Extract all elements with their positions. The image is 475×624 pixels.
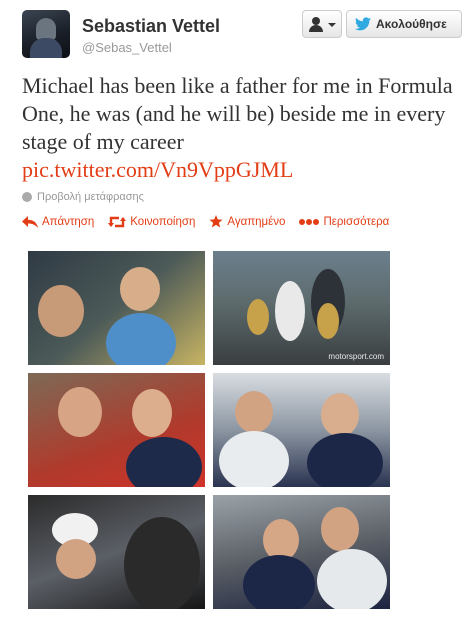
photo-shirt bbox=[243, 555, 315, 609]
photo-shirt bbox=[307, 433, 383, 487]
photo-face bbox=[120, 267, 160, 311]
photo-mercedes-redbull[interactable] bbox=[213, 373, 390, 487]
photo-face bbox=[132, 389, 172, 437]
user-icon bbox=[312, 17, 320, 25]
follow-button[interactable]: Ακολούθησε bbox=[346, 10, 462, 38]
photo-shirt bbox=[317, 549, 387, 609]
photo-shirt bbox=[219, 431, 289, 487]
photo-face bbox=[38, 285, 84, 337]
photo-trophy bbox=[247, 299, 269, 335]
photo-driver bbox=[275, 281, 305, 341]
favorite-action[interactable]: Αγαπημένο bbox=[209, 215, 285, 228]
follow-label: Ακολούθησε bbox=[376, 17, 447, 31]
photo-face bbox=[321, 393, 359, 437]
photo-grid: motorsport.com bbox=[28, 251, 390, 611]
star-icon bbox=[209, 215, 223, 228]
photo-helmet bbox=[124, 517, 200, 609]
more-action[interactable]: Περισσότερα bbox=[299, 216, 389, 228]
user-actions-button[interactable] bbox=[302, 10, 342, 38]
translate-link[interactable]: Προβολή μετάφρασης bbox=[22, 191, 144, 203]
twitter-bird-icon bbox=[355, 17, 371, 31]
photo-shirt bbox=[106, 313, 176, 365]
globe-icon bbox=[22, 192, 32, 202]
photo-face bbox=[235, 391, 273, 433]
translate-label: Προβολή μετάφρασης bbox=[37, 191, 144, 203]
photo-ferrari-redbull[interactable] bbox=[28, 373, 205, 487]
photo-kart-podium[interactable] bbox=[28, 251, 205, 365]
avatar-body bbox=[30, 38, 62, 58]
tweet-header: Sebastian Vettel @Sebas_Vettel Ακολούθησ… bbox=[22, 10, 462, 60]
tweet-body: Michael has been like a father for me in… bbox=[22, 73, 453, 154]
photo-caption: motorsport.com bbox=[328, 352, 384, 361]
favorite-label: Αγαπημένο bbox=[227, 215, 286, 228]
photo-helmets[interactable] bbox=[28, 495, 205, 609]
profile-handle[interactable]: @Sebas_Vettel bbox=[82, 40, 172, 55]
reply-action[interactable]: Απάντηση bbox=[22, 215, 95, 228]
photo-shirt bbox=[126, 437, 202, 487]
photo-face bbox=[321, 507, 359, 551]
photo-face bbox=[56, 539, 96, 579]
tweet-actions: Απάντηση Κοινοποίηση Αγαπημένο Περισσότε… bbox=[22, 215, 403, 228]
reply-icon bbox=[22, 215, 38, 228]
tweet-text: Michael has been like a father for me in… bbox=[22, 72, 462, 184]
tweet-media-link[interactable]: pic.twitter.com/Vn9VppGJML bbox=[22, 156, 462, 184]
reply-label: Απάντηση bbox=[42, 215, 95, 228]
retweet-action[interactable]: Κοινοποίηση bbox=[108, 216, 195, 228]
photo-face bbox=[58, 387, 102, 437]
photo-trophy bbox=[317, 303, 339, 339]
photo-trophies[interactable]: motorsport.com bbox=[213, 251, 390, 365]
more-label: Περισσότερα bbox=[323, 215, 390, 228]
user-icon-shoulders bbox=[309, 25, 323, 32]
retweet-icon bbox=[108, 216, 127, 227]
avatar[interactable] bbox=[22, 10, 70, 58]
photo-handshake[interactable] bbox=[213, 495, 390, 609]
profile-name[interactable]: Sebastian Vettel bbox=[82, 16, 220, 37]
retweet-label: Κοινοποίηση bbox=[130, 215, 196, 228]
more-dots-icon bbox=[299, 218, 320, 225]
avatar-figure bbox=[36, 18, 56, 40]
caret-down-icon bbox=[328, 23, 336, 27]
